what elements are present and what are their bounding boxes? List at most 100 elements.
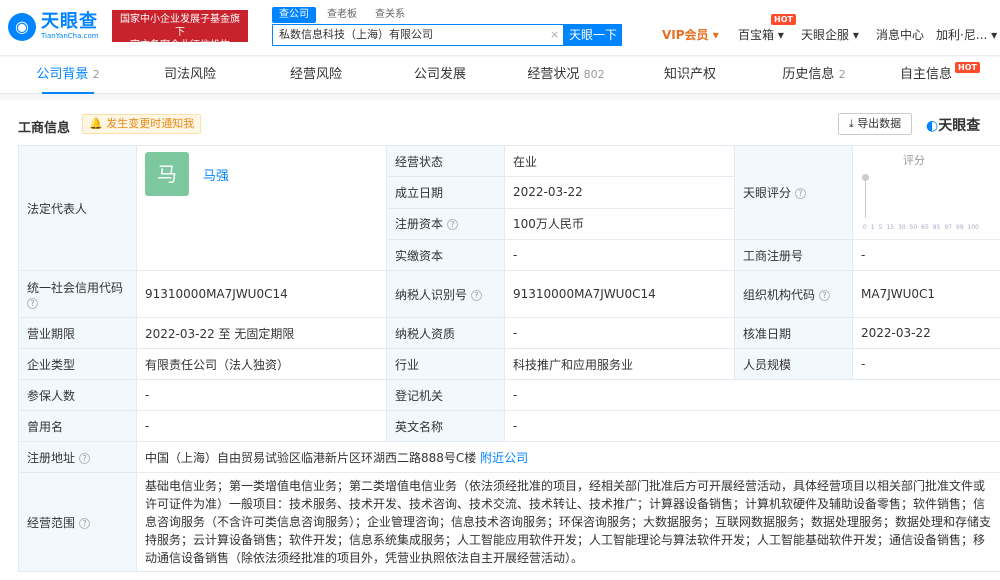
capital-label-cell: 注册资本? [386,207,505,241]
services-label: 天眼企服 [801,28,850,42]
score-line [865,178,866,218]
help-icon[interactable]: ? [795,188,807,199]
status-label: 经营状态 [386,144,505,178]
gov-badge[interactable]: 国家中小企业发展子基金旗下 官方备案企业征信机构 [112,10,248,51]
nearby-companies-link[interactable]: 附近公司 [480,451,528,465]
qual-value: - [504,317,735,349]
brand-c-icon: ◐ [926,118,939,134]
toolbox-link[interactable]: 百宝箱 ▾ [738,26,784,43]
axis-tick: 50 [909,224,918,231]
search-button[interactable]: 天眼一下 [564,24,622,46]
tab-label: 公司发展 [413,67,466,82]
qual-label: 纳税人资质 [386,317,505,349]
status-value: 在业 [504,144,735,178]
tab-history[interactable]: 历史信息 2 [764,57,864,94]
business-info-panel: 工商信息 🔔 发生变更时通知我 ⤓ 导出数据 ◐天眼查 法定代表人 马 马强 经… [0,100,1000,580]
search-tab-boss[interactable]: 查老板 [320,7,364,23]
approve-label: 核准日期 [734,317,853,349]
scope-value: 基础电信业务；第一类增值电信业务；第二类增值电信业务（依法须经批准的项目，经相关… [136,472,1000,572]
found-value: 2022-03-22 [504,176,735,209]
term-label: 营业期限 [18,317,137,349]
axis-tick: 15 [886,224,894,231]
services-link[interactable]: 天眼企服 ▾ [801,26,859,43]
tab-company-background[interactable]: 公司背景 2 [18,57,118,94]
axis-tick: 65 [921,224,929,231]
score-cell: 评分 0 1 5 15 30 50 65 85 97 99 100 [852,145,1000,240]
tab-business-risk[interactable]: 经营风险 [266,57,366,94]
vip-label: VIP会员 [662,28,709,42]
score-label: 天眼评分 [743,186,792,200]
tab-count: 2 [92,68,100,81]
score-title: 评分 [903,154,925,167]
message-center-link[interactable]: 消息中心 [876,26,924,43]
org-label: 组织机构代码 [743,287,816,302]
axis-tick: 30 [897,224,906,231]
axis-tick: 1 [870,224,875,231]
logo-subtitle: TianYanCha.com [41,32,99,40]
axis-tick: 85 [932,224,941,231]
tab-label: 司法风险 [163,67,216,82]
address-cell: 中国（上海）自由贸易试验区临港新片区环湖西二路888号C楼 附近公司 [136,441,1000,473]
help-icon[interactable]: ? [471,289,483,301]
legal-rep-cell: 马 马强 [136,145,387,271]
paid-label: 实缴资本 [386,239,505,271]
credit-label: 统一社会信用代码 [27,280,124,295]
search-input[interactable]: 私数信息科技（上海）有限公司 [272,24,564,46]
clear-icon[interactable]: × [550,28,559,41]
reg-no-value: - [852,239,1000,271]
tab-development[interactable]: 公司发展 [390,57,490,94]
english-label: 英文名称 [386,410,505,442]
approve-value: 2022-03-22 [852,317,1000,349]
insured-value: - [136,379,387,411]
company-tabs: 公司背景 2 司法风险 经营风险 公司发展 经营状况 802 知识产权 历史信息… [0,57,1000,94]
taxpayer-label: 纳税人识别号 [395,287,468,302]
score-label-cell: 天眼评分? [734,145,853,240]
brand-mark: ◐天眼查 [926,115,980,135]
vip-link[interactable]: VIP会员 ▾ [662,26,719,43]
search-tab-relation[interactable]: 查关系 [368,7,412,23]
tab-operations[interactable]: 经营状况 802 [516,57,616,94]
search-tab-company[interactable]: 查公司 [272,7,316,23]
site-logo[interactable]: ◉ 天眼查 TianYanCha.com [8,12,99,41]
help-icon[interactable]: ? [447,219,459,231]
tab-ip[interactable]: 知识产权 [640,57,740,94]
tab-label: 经营风险 [289,67,342,82]
capital-label: 注册资本 [395,217,444,232]
help-icon[interactable]: ? [819,289,831,301]
type-value: 有限责任公司（法人独资） [136,348,387,380]
user-name: 加利·尼... [936,28,988,42]
paid-value: - [504,239,735,271]
help-icon[interactable]: ? [79,517,91,529]
tab-legal-risk[interactable]: 司法风险 [140,57,240,94]
legal-rep-name[interactable]: 马强 [203,169,229,184]
scope-label: 经营范围 [27,515,76,530]
insured-label: 参保人数 [18,379,137,411]
size-label: 人员规模 [734,348,853,380]
export-label: 导出数据 [857,117,902,130]
industry-value: 科技推广和应用服务业 [504,348,735,380]
tab-label: 自主信息 [899,67,952,82]
logo-title: 天眼查 [41,11,98,32]
bell-icon: 🔔 [89,117,103,130]
user-menu[interactable]: 加利·尼... ▾ [936,26,997,43]
help-icon[interactable]: ? [27,297,38,309]
former-label: 曾用名 [18,410,137,442]
axis-tick: 97 [944,224,952,231]
hot-badge: HOT [955,62,980,73]
business-info-table: 法定代表人 马 马强 经营状态 在业 天眼评分? 评分 0 1 5 15 30 … [18,144,1000,572]
type-label: 企业类型 [18,348,137,380]
tab-count: 802 [583,68,605,81]
size-value: - [852,348,1000,380]
reg-no-label: 工商注册号 [734,239,853,271]
axis-tick: 99 [955,224,964,231]
download-icon: ⤓ [848,117,854,130]
former-value: - [136,410,387,442]
notify-button[interactable]: 🔔 发生变更时通知我 [82,114,202,134]
score-axis: 0 1 5 15 30 50 65 85 97 99 100 [863,224,979,231]
axis-tick: 5 [878,224,883,231]
address-value: 中国（上海）自由贸易试验区临港新片区环湖西二路888号C楼 [145,450,477,465]
tab-label: 公司背景 [36,67,89,82]
export-button[interactable]: ⤓ 导出数据 [838,113,912,135]
help-icon[interactable]: ? [79,452,91,464]
gov-badge-line2: 官方备案企业征信机构 [130,40,230,51]
